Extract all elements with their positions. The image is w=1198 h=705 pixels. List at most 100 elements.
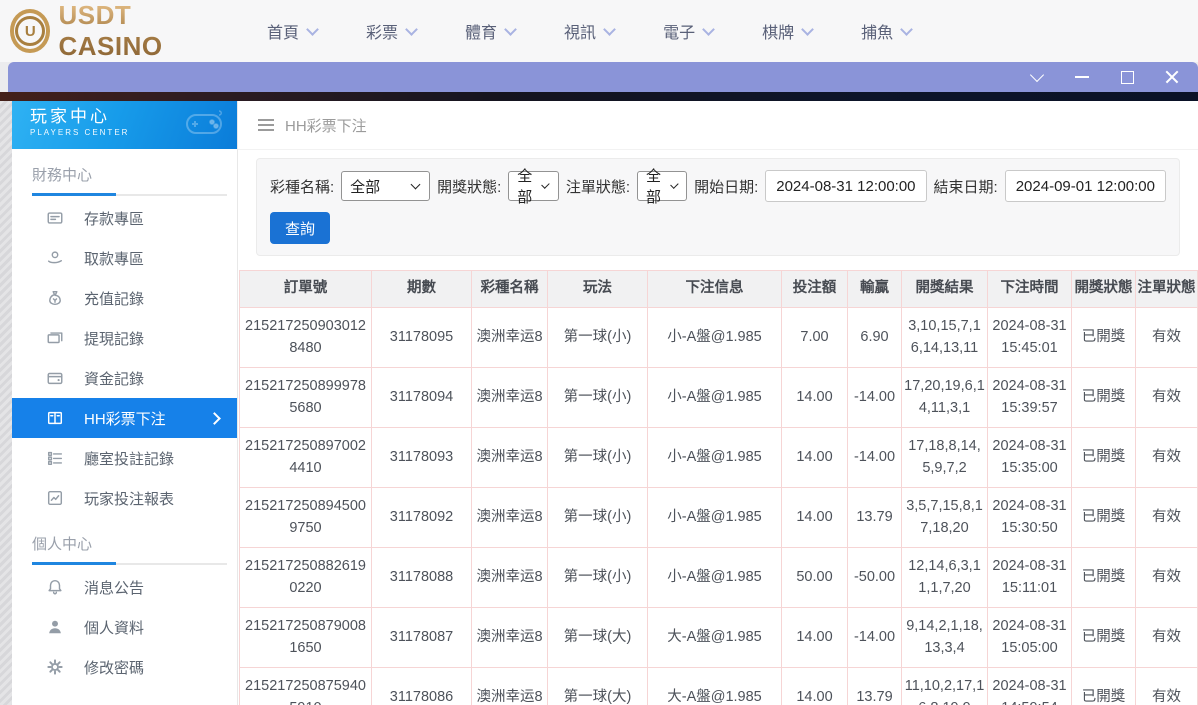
sidebar-item-label: HH彩票下注 [84,410,166,428]
table-cell: 2152172508999785680 [239,367,372,428]
sidebar-item-label: 消息公告 [84,579,145,597]
table-row: 2152172508790081650 31178087 澳洲幸运8 第一球(大) 大-… [239,607,1198,668]
sidebar-item-label: 修改密碼 [84,659,145,677]
table-cell: 有效 [1135,427,1198,488]
table-cell: 第一球(大) [547,607,648,668]
table-cell: 2024-08-31 15:39:57 [987,367,1072,428]
sidebar-item-change-password[interactable]: 修改密碼 [12,647,237,687]
sidebar-item-withdrawal-record[interactable]: 提現記錄 [12,318,237,358]
window-collapse-button[interactable] [1029,67,1045,85]
nav-item[interactable]: 彩票 [366,19,418,43]
table-cell: 已開獎 [1071,547,1136,608]
nav-item[interactable]: 首頁 [267,19,319,43]
bell-icon [46,578,64,596]
window-titlebar [8,62,1198,92]
start-date-label: 開始日期: [694,178,759,196]
section-divider-accent [32,562,116,565]
sidebar-item-deposit[interactable]: 存款專區 [12,198,237,238]
table-cell: 31178094 [371,367,472,428]
filter-panel: 彩種名稱: 全部 開獎狀態: 全部 注單狀態: 全部 開始日期: 2024-08… [256,158,1180,256]
window-maximize-button[interactable] [1119,69,1135,85]
sidebar-item-hh-lottery-bets[interactable]: HH彩票下注 [12,398,237,438]
sidebar-item-profile[interactable]: 個人資料 [12,607,237,647]
sidebar-item-room-bet-records[interactable]: 廳室投註記錄 [12,438,237,478]
table-cell: 第一球(小) [547,547,648,608]
table-cell: 14.00 [781,607,848,668]
table-cell: 第一球(小) [547,487,648,548]
table-cell: 14.00 [781,667,848,705]
order-status-select-label: 注單狀態: [565,178,631,196]
site-logo[interactable]: U USDT CASINO [0,0,225,62]
close-icon [1165,70,1179,84]
top-navbar: U USDT CASINO 首頁 彩票 體育 視訊 電子 棋牌 捕魚 [0,0,1198,62]
chevron-down-icon [603,22,616,36]
table-cell: 澳洲幸运8 [471,427,548,488]
table-cell: 2024-08-31 15:30:50 [987,487,1072,548]
nav-item[interactable]: 體育 [465,19,517,43]
hamburger-icon[interactable] [258,119,274,131]
nav-item[interactable]: 視訊 [564,19,616,43]
list-icon [46,449,64,467]
chevron-down-icon [801,22,814,36]
search-button[interactable]: 查詢 [270,212,331,244]
window-close-button[interactable] [1164,69,1180,85]
start-date-input[interactable]: 2024-08-31 12:00:00 [765,170,927,202]
table-cell: 第一球(大) [547,667,648,705]
table-row: 2152172509030128480 31178095 澳洲幸运8 第一球(小) 小-… [239,307,1198,368]
wallet-icon [46,369,64,387]
player-center-window: 玩家中心 PLAYERS CENTER 財務中心 存款專區 取款專區 充值記錄 提現記錄… [12,101,1198,705]
nav-item[interactable]: 捕魚 [861,19,913,43]
column-header: 期數 [371,270,472,308]
section-divider-accent [32,193,116,196]
gear-icon [46,658,64,676]
table-cell: 第一球(小) [547,367,648,428]
sidebar-item-label: 取款專區 [84,250,145,268]
sidebar: 玩家中心 PLAYERS CENTER 財務中心 存款專區 取款專區 充值記錄 提現記錄… [12,101,238,705]
end-date-label: 結束日期: [933,178,998,196]
table-row: 2152172508999785680 31178094 澳洲幸运8 第一球(小) 小-… [239,367,1198,428]
sidebar-section-title: 代理中心 [12,687,237,705]
nav-item-label: 體育 [465,25,498,42]
sidebar-item-player-bet-report[interactable]: 玩家投注報表 [12,478,237,518]
window-minimize-button[interactable] [1074,69,1090,85]
draw-status-select[interactable]: 全部 [508,168,559,206]
nav-item-label: 棋牌 [762,25,795,42]
nav-item[interactable]: 電子 [663,19,715,43]
sidebar-item-withdraw[interactable]: 取款專區 [12,238,237,278]
table-cell: 2024-08-31 15:11:01 [987,547,1072,608]
table-cell: 2024-08-31 14:59:54 [987,667,1072,705]
chevron-down-icon [306,22,319,36]
table-cell: -14.00 [847,427,902,488]
nav-item-label: 視訊 [564,25,597,42]
column-header: 訂單號 [239,270,372,308]
nav-item[interactable]: 棋牌 [762,19,814,43]
chevron-down-icon [504,22,517,36]
column-header: 玩法 [547,270,648,308]
sidebar-menu: 財務中心 存款專區 取款專區 充值記錄 提現記錄 資金記錄 HH彩票下注 廳室投註記錄 玩家投注… [12,149,237,705]
sidebar-item-funds-record[interactable]: 資金記錄 [12,358,237,398]
sidebar-item-recharge-record[interactable]: 充值記錄 [12,278,237,318]
table-cell: 已開獎 [1071,367,1136,428]
table-cell: 13.79 [847,487,902,548]
moneybag-icon [46,289,64,307]
section-divider [32,193,227,196]
table-cell: 有效 [1135,487,1198,548]
table-cell: 31178088 [371,547,472,608]
chevron-down-icon [669,180,678,189]
site-logo-text: USDT CASINO [58,0,225,62]
sidebar-item-announcements[interactable]: 消息公告 [12,567,237,607]
sidebar-item-label: 提現記錄 [84,330,145,348]
main-content: HH彩票下注 彩種名稱: 全部 開獎狀態: 全部 注單狀態: 全部 開始日期: … [238,101,1198,705]
lottery-select[interactable]: 全部 [341,171,431,201]
end-date-input[interactable]: 2024-09-01 12:00:00 [1004,170,1166,202]
table-cell: 2152172508970024410 [239,427,372,488]
table-cell: 2152172509030128480 [239,307,372,368]
table-cell: 有效 [1135,667,1198,705]
table-cell: 17,20,19,6,14,11,3,1 [901,367,988,428]
order-status-select[interactable]: 全部 [637,168,688,206]
sidebar-item-label: 存款專區 [84,210,145,228]
table-cell: 9,14,2,1,18,13,3,4 [901,607,988,668]
table-cell: 有效 [1135,307,1198,368]
column-header: 注單狀態 [1135,270,1198,308]
table-cell: 已開獎 [1071,667,1136,705]
